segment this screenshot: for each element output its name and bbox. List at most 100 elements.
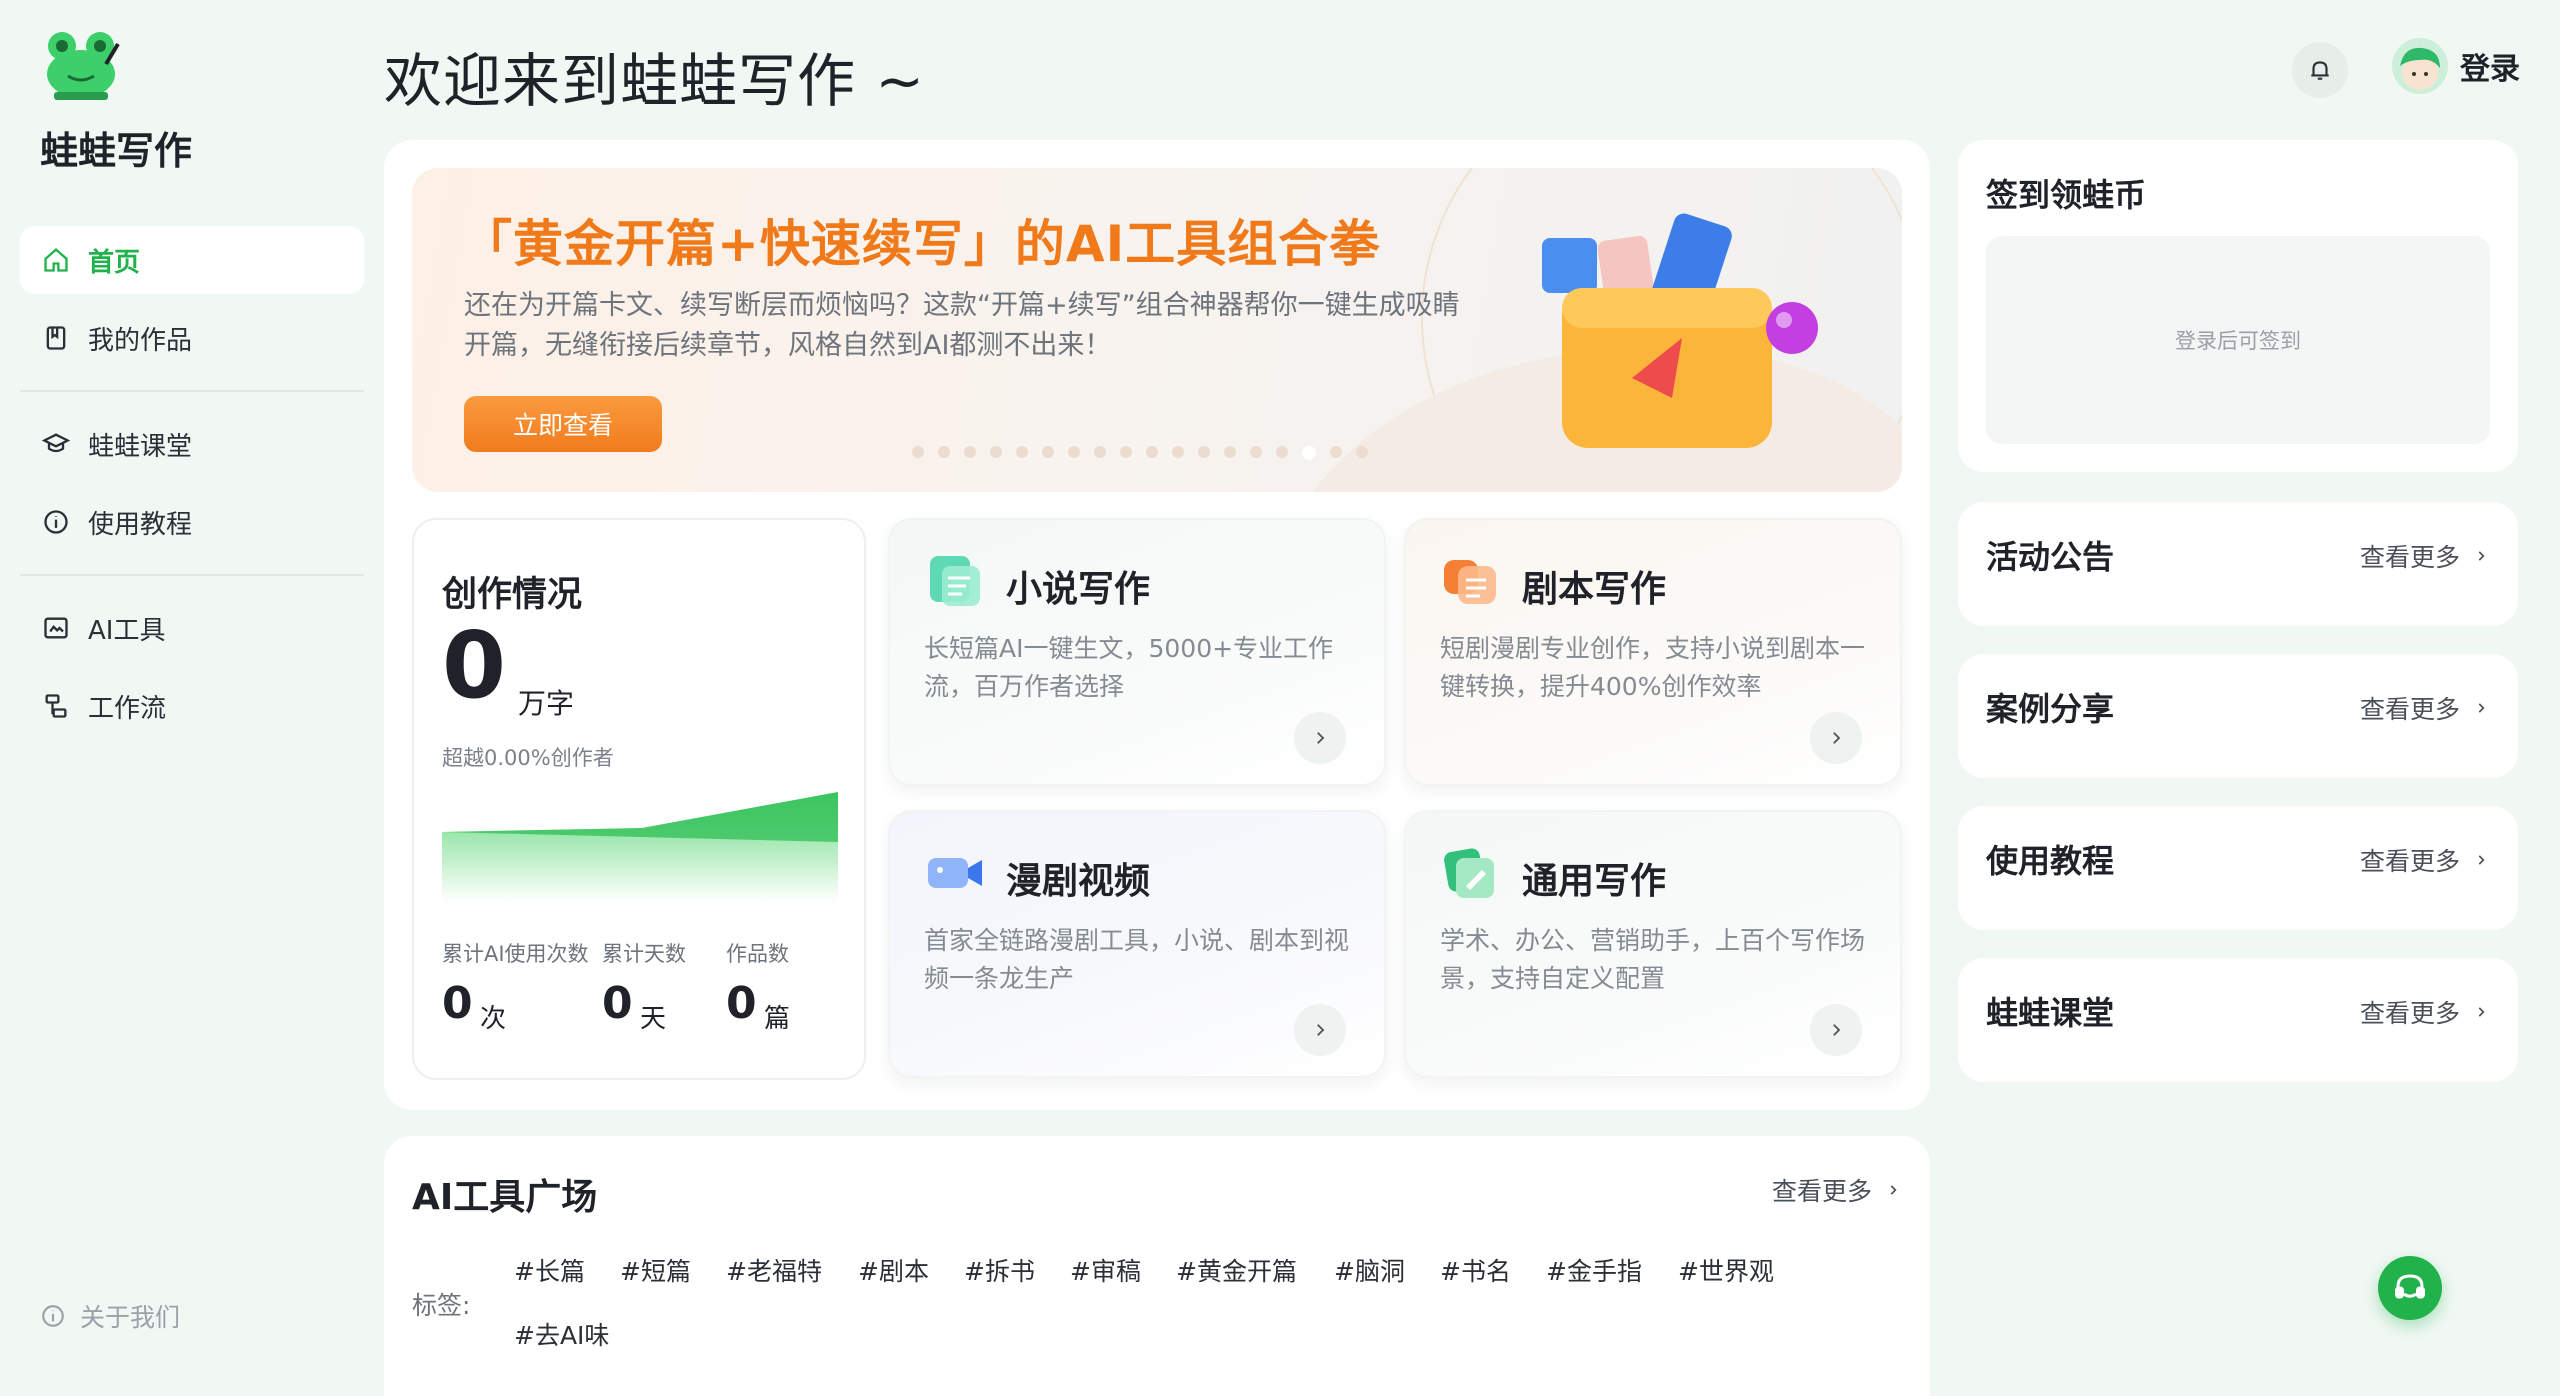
view-more-link[interactable]: 查看更多	[2360, 690, 2488, 726]
announcement-card: 活动公告 查看更多	[1958, 502, 2518, 626]
feature-card-novel[interactable]: 小说写作 长短篇AI一键生文，5000+专业工作流，百万作者选择	[888, 518, 1386, 786]
tag-chip[interactable]: #拆书	[964, 1252, 1035, 1288]
tutorial-card: 使用教程 查看更多	[1958, 806, 2518, 930]
section-title: 案例分享	[1986, 690, 2115, 728]
book-icon	[46, 326, 66, 350]
progress-chart	[442, 792, 838, 902]
feature-card-general[interactable]: 通用写作 学术、办公、营销助手，上百个写作场景，支持自定义配置	[1404, 810, 1902, 1078]
carousel-dots[interactable]	[912, 446, 1368, 460]
feature-title: 小说写作	[1006, 569, 1151, 610]
view-now-button[interactable]: 立即查看	[464, 396, 662, 452]
chevron-right-icon[interactable]	[1294, 1004, 1346, 1056]
sidebar-item-tutorial[interactable]: 使用教程	[20, 488, 364, 556]
feature-description: 学术、办公、营销助手，上百个写作场景，支持自定义配置	[1440, 926, 1866, 993]
chevron-right-icon	[2478, 1007, 2485, 1017]
chevron-right-icon[interactable]	[1810, 712, 1862, 764]
stat-value: 0	[726, 978, 757, 1029]
feature-description: 短剧漫剧专业创作，支持小说到剧本一键转换，提升400%创作效率	[1440, 634, 1866, 701]
chevron-right-icon	[2478, 703, 2485, 713]
tag-chip[interactable]: #世界观	[1678, 1252, 1774, 1288]
sidebar-divider	[20, 574, 364, 576]
sidebar-item-ai-tools[interactable]: AI工具	[20, 594, 364, 662]
feature-card-video[interactable]: 漫剧视频 首家全链路漫剧工具，小说、剧本到视频一条龙生产	[888, 810, 1386, 1078]
tag-chip[interactable]: #黄金开篇	[1176, 1252, 1297, 1288]
feature-title: 通用写作	[1522, 861, 1667, 902]
brand-name: 蛙蛙写作	[40, 129, 193, 173]
tools-title: AI工具广场	[412, 1177, 598, 1218]
stat-label: 累计AI使用次数	[442, 942, 589, 966]
tag-chip[interactable]: #金手指	[1546, 1252, 1642, 1288]
classroom-card: 蛙蛙课堂 查看更多	[1958, 958, 2518, 1082]
sidebar-item-label: AI工具	[88, 615, 166, 646]
word-count: 0	[442, 612, 507, 719]
case-share-card: 案例分享 查看更多	[1958, 654, 2518, 778]
promo-banner[interactable]: 「黄金开篇+快速续写」的AI工具组合拳 还在为开篇卡文、续写断层而烦恼吗？这款“…	[412, 168, 1902, 492]
customer-service-button[interactable]	[2378, 1256, 2442, 1320]
page-title: 欢迎来到蛙蛙写作 ~	[384, 47, 926, 115]
stat-unit: 天	[640, 1004, 667, 1034]
section-title: 蛙蛙课堂	[1986, 994, 2115, 1032]
sidebar-item-label: 工作流	[88, 693, 167, 724]
tag-chip[interactable]: #剧本	[858, 1252, 929, 1288]
stat-value: 0	[442, 978, 473, 1029]
stat-value: 0	[602, 978, 633, 1029]
banner-description: 还在为开篇卡文、续写断层而烦恼吗？这款“开篇+续写”组合神器帮你一键生成吸睛开篇…	[464, 290, 1460, 361]
view-more-link[interactable]: 查看更多	[2360, 994, 2488, 1030]
general-write-icon	[1444, 848, 1494, 898]
about-us-link[interactable]: 关于我们	[40, 1298, 180, 1334]
stats-title: 创作情况	[442, 575, 583, 615]
sidebar-item-label: 首页	[88, 247, 141, 278]
chevron-right-icon	[2478, 855, 2485, 865]
chevron-right-icon	[2478, 551, 2485, 561]
sidebar-item-label: 蛙蛙课堂	[88, 431, 193, 462]
graduation-cap-icon	[42, 433, 70, 453]
sidebar-item-my-works[interactable]: 我的作品	[20, 304, 364, 372]
chevron-right-icon[interactable]	[1294, 712, 1346, 764]
feature-card-script[interactable]: 剧本写作 短剧漫剧专业创作，支持小说到剧本一键转换，提升400%创作效率	[1404, 518, 1902, 786]
view-more-link[interactable]: 查看更多	[2360, 538, 2488, 574]
creation-stats-card: 创作情况 0 万字 超越0.00%创作者 累计AI使用次数 累计天数 作品数 0…	[412, 518, 866, 1080]
section-title: 活动公告	[1986, 538, 2115, 576]
ai-image-icon	[44, 617, 68, 639]
sidebar-item-label: 使用教程	[88, 509, 193, 540]
signin-card: 签到领蛙币 登录后可签到	[1958, 140, 2518, 472]
view-more-link[interactable]: 查看更多	[1772, 1172, 1900, 1208]
tag-chip[interactable]: #书名	[1440, 1252, 1511, 1288]
section-title: 使用教程	[1986, 842, 2115, 880]
tag-chip[interactable]: #去AI味	[514, 1316, 609, 1352]
stat-unit: 次	[480, 1004, 507, 1034]
workflow-icon	[45, 694, 67, 718]
tag-chip[interactable]: #短篇	[620, 1252, 691, 1288]
feature-title: 漫剧视频	[1006, 861, 1151, 902]
ai-tools-panel: AI工具广场 查看更多 标签: #长篇 #短篇 #老福特 #剧本 #拆书 #审稿…	[384, 1136, 1930, 1396]
stat-label: 累计天数	[602, 942, 686, 966]
headset-icon	[2395, 1274, 2425, 1299]
tag-label: 标签:	[412, 1291, 471, 1320]
banner-title: 「黄金开篇+快速续写」的AI工具组合拳	[462, 215, 1381, 273]
sidebar-divider	[20, 390, 364, 392]
feature-description: 首家全链路漫剧工具，小说、剧本到视频一条龙生产	[924, 926, 1350, 993]
toolbox-illustration	[1542, 213, 1818, 448]
view-more-link[interactable]: 查看更多	[2360, 842, 2488, 878]
video-icon	[928, 858, 982, 888]
bell-icon[interactable]	[2292, 42, 2348, 98]
script-icon	[1444, 560, 1496, 604]
signin-placeholder[interactable]: 登录后可签到	[1986, 236, 2490, 444]
sidebar-item-classroom[interactable]: 蛙蛙课堂	[20, 410, 364, 478]
sidebar-item-label: 我的作品	[88, 325, 193, 356]
info-circle-icon	[44, 510, 68, 534]
tag-chip[interactable]: #审稿	[1070, 1252, 1141, 1288]
stat-label: 作品数	[726, 942, 789, 966]
chevron-right-icon[interactable]	[1810, 1004, 1862, 1056]
tag-chip[interactable]: #长篇	[514, 1252, 585, 1288]
tag-chip[interactable]: #老福特	[726, 1252, 822, 1288]
sidebar-item-workflow[interactable]: 工作流	[20, 672, 364, 740]
sidebar-item-home[interactable]: 首页	[20, 226, 364, 294]
chevron-right-icon	[1890, 1185, 1897, 1195]
novel-icon	[930, 556, 980, 606]
login-button[interactable]: 登录	[2392, 38, 2520, 94]
home-icon	[44, 247, 68, 272]
tag-chip[interactable]: #脑洞	[1334, 1252, 1405, 1288]
info-circle-icon	[42, 1305, 64, 1327]
word-count-unit: 万字	[518, 687, 575, 720]
